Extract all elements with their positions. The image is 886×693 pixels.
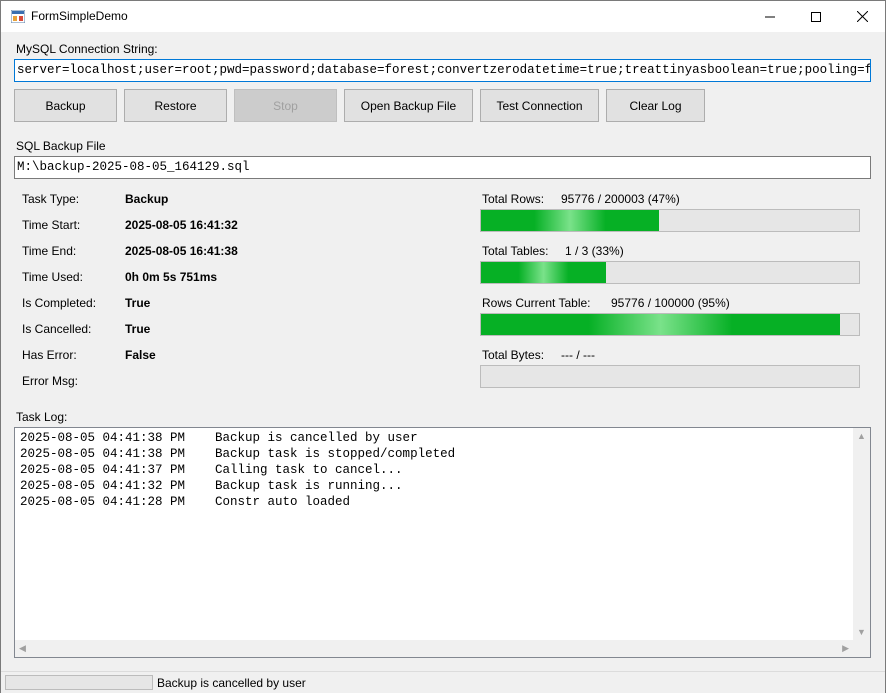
horizontal-scrollbar[interactable]: ◀ ▶ (15, 640, 853, 657)
is-completed-label: Is Completed: (22, 296, 97, 310)
title-bar: FormSimpleDemo (1, 1, 885, 32)
total-bytes-progress-bar (480, 365, 860, 388)
maximize-button[interactable] (793, 1, 839, 32)
status-progress-bar (5, 675, 153, 690)
total-rows-progress-fill (481, 210, 659, 231)
backup-file-label: SQL Backup File (16, 139, 106, 153)
rows-current-table-progress-fill (481, 314, 841, 335)
scroll-down-icon[interactable]: ▼ (857, 627, 866, 637)
log-line: 2025-08-05 04:41:32 PM Backup task is ru… (20, 479, 403, 493)
rows-current-table-progress-bar (480, 313, 860, 336)
time-start-label: Time Start: (22, 218, 81, 232)
scroll-right-icon[interactable]: ▶ (842, 643, 849, 654)
total-bytes-value: --- / --- (561, 348, 595, 362)
total-tables-value: 1 / 3 (33%) (565, 244, 624, 258)
open-backup-file-button[interactable]: Open Backup File (344, 89, 473, 122)
is-cancelled-value: True (125, 322, 151, 336)
task-log-label: Task Log: (16, 410, 68, 424)
time-used-value: 0h 0m 5s 751ms (125, 270, 218, 284)
is-completed-value: True (125, 296, 151, 310)
backup-file-input[interactable]: M:\backup-2025-08-05_164129.sql (14, 156, 871, 179)
scroll-up-icon[interactable]: ▲ (857, 431, 866, 441)
close-button[interactable] (839, 1, 885, 32)
task-type-label: Task Type: (22, 192, 80, 206)
minimize-button[interactable] (747, 1, 793, 32)
log-line: 2025-08-05 04:41:38 PM Backup is cancell… (20, 431, 418, 445)
clear-log-button[interactable]: Clear Log (606, 89, 705, 122)
test-connection-button[interactable]: Test Connection (480, 89, 599, 122)
scrollbar-corner (853, 640, 870, 657)
error-msg-label: Error Msg: (22, 374, 79, 388)
total-rows-progress-bar (480, 209, 860, 232)
log-line: 2025-08-05 04:41:37 PM Calling task to c… (20, 463, 403, 477)
total-rows-label: Total Rows: (482, 192, 545, 206)
log-line: 2025-08-05 04:41:38 PM Backup task is st… (20, 447, 456, 461)
app-icon (11, 10, 25, 23)
time-used-label: Time Used: (22, 270, 83, 284)
has-error-value: False (125, 348, 156, 362)
close-icon (856, 11, 868, 22)
total-tables-progress-fill (481, 262, 606, 283)
is-cancelled-label: Is Cancelled: (22, 322, 92, 336)
total-tables-label: Total Tables: (482, 244, 549, 258)
task-type-value: Backup (125, 192, 169, 206)
has-error-label: Has Error: (22, 348, 77, 362)
connection-string-label: MySQL Connection String: (16, 42, 158, 56)
stop-button[interactable]: Stop (234, 89, 337, 122)
log-line: 2025-08-05 04:41:28 PM Constr auto loade… (20, 495, 351, 509)
scroll-left-icon[interactable]: ◀ (19, 643, 26, 654)
total-bytes-label: Total Bytes: (482, 348, 545, 362)
maximize-icon (811, 11, 821, 22)
restore-button[interactable]: Restore (124, 89, 227, 122)
time-end-label: Time End: (22, 244, 77, 258)
backup-button[interactable]: Backup (14, 89, 117, 122)
task-log-textbox[interactable]: 2025-08-05 04:41:38 PM Backup is cancell… (14, 427, 871, 658)
total-tables-progress-bar (480, 261, 860, 284)
time-start-value: 2025-08-05 16:41:32 (125, 218, 238, 232)
status-text: Backup is cancelled by user (157, 676, 306, 690)
rows-current-table-value: 95776 / 100000 (95%) (611, 296, 730, 310)
total-rows-value: 95776 / 200003 (47%) (561, 192, 680, 206)
minimize-icon (765, 16, 775, 17)
vertical-scrollbar[interactable]: ▲ ▼ (853, 428, 870, 640)
main-window: FormSimpleDemo MySQL Connection String: … (0, 0, 886, 693)
window-title: FormSimpleDemo (31, 9, 128, 23)
connection-string-input[interactable]: server=localhost;user=root;pwd=password;… (14, 59, 871, 82)
status-bar: Backup is cancelled by user (1, 671, 885, 693)
rows-current-table-label: Rows Current Table: (482, 296, 591, 310)
time-end-value: 2025-08-05 16:41:38 (125, 244, 238, 258)
